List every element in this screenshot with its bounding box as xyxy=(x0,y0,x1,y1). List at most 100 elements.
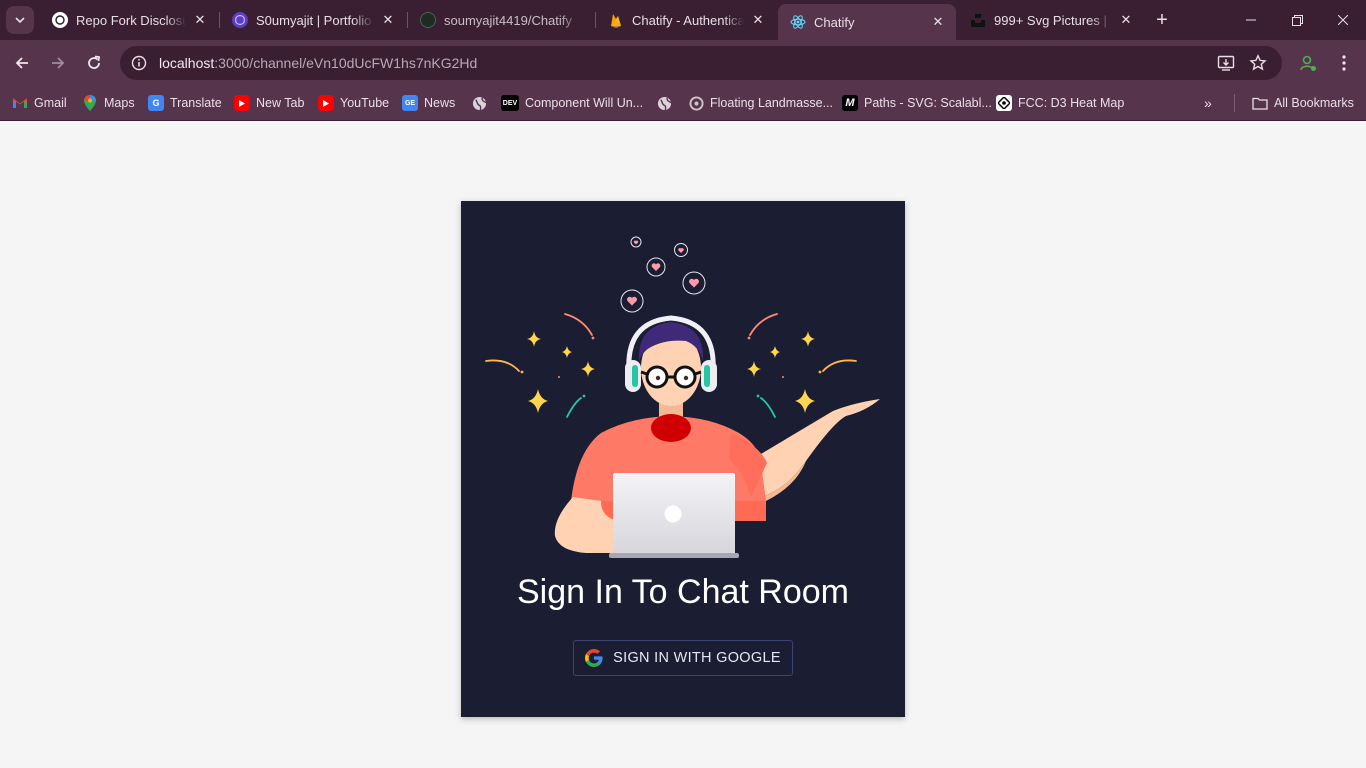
bookmark-label: Component Will Un... xyxy=(525,96,644,110)
raised-arm xyxy=(746,399,880,497)
tab-title: 999+ Svg Pictures | D xyxy=(994,12,1112,28)
bookmark-label: Translate xyxy=(170,96,222,110)
bookmark-label: New Tab xyxy=(256,96,305,110)
tab-firebase-auth[interactable]: Chatify - Authenticati ✕ xyxy=(596,4,776,36)
maps-icon xyxy=(82,95,98,111)
profile-icon xyxy=(1300,55,1316,71)
close-window-button[interactable] xyxy=(1320,0,1366,40)
bookmark-label: Paths - SVG: Scalabl... xyxy=(864,96,992,110)
bookmark-label: FCC: D3 Heat Map xyxy=(1018,96,1125,110)
bookmark-floating-landmasses[interactable]: Floating Landmasse... xyxy=(688,92,833,114)
youtube-icon xyxy=(234,95,250,111)
minimize-button[interactable] xyxy=(1228,0,1274,40)
browser-toolbar: localhost:3000/channel/eVn10dUcFW1hs7nKG… xyxy=(0,40,1366,86)
portfolio-icon xyxy=(232,12,248,28)
tab-title: Chatify - Authenticati xyxy=(632,12,744,28)
arrow-left-icon xyxy=(15,57,28,69)
openai-icon xyxy=(52,12,68,28)
bookmark-youtube[interactable]: YouTube xyxy=(318,92,389,114)
install-app-icon[interactable] xyxy=(1214,51,1238,75)
mdn-icon: M xyxy=(842,95,858,111)
chevron-double-right-icon: » xyxy=(1204,95,1212,111)
bookmark-label: YouTube xyxy=(340,96,390,110)
bookmark-fcc-heat-map[interactable]: FCC: D3 Heat Map xyxy=(996,92,1124,114)
site-info-icon[interactable] xyxy=(122,46,156,80)
bookmark-label: All Bookmarks xyxy=(1274,96,1354,110)
bookmark-star-icon[interactable] xyxy=(1246,51,1270,75)
menu-button[interactable] xyxy=(1330,49,1358,77)
circle-icon xyxy=(688,95,704,111)
unsplash-icon xyxy=(970,12,986,28)
collar xyxy=(651,414,691,442)
translate-icon: G xyxy=(148,95,164,111)
plus-icon: + xyxy=(1156,8,1168,31)
youtube-icon xyxy=(318,95,334,111)
profile-button[interactable] xyxy=(1294,49,1322,77)
bookmark-translate[interactable]: G Translate xyxy=(148,92,222,114)
bookmark-label: Maps xyxy=(104,96,135,110)
reload-button[interactable] xyxy=(80,49,108,77)
bookmark-new-tab[interactable]: New Tab xyxy=(234,92,304,114)
bookmark-globe-2[interactable] xyxy=(656,92,678,114)
close-icon xyxy=(1338,15,1348,25)
tab-title: soumyajit4419/Chatify xyxy=(444,12,572,28)
tab-title: S0umyajit | Portfolio xyxy=(256,12,372,28)
sign-in-with-google-button[interactable]: SIGN IN WITH GOOGLE xyxy=(573,640,793,676)
dev-icon: DEV xyxy=(501,95,519,111)
bookmark-gmail[interactable]: Gmail xyxy=(12,92,67,114)
url-host: localhost xyxy=(159,55,215,71)
page-title: Sign In To Chat Room xyxy=(517,573,849,611)
bookmark-news[interactable]: GE News xyxy=(402,92,455,114)
bookmark-component-will-unmount[interactable]: DEV Component Will Un... xyxy=(501,92,643,114)
bookmark-label: Gmail xyxy=(34,96,67,110)
close-icon[interactable]: ✕ xyxy=(192,12,208,28)
close-icon[interactable]: ✕ xyxy=(930,14,946,30)
restore-button[interactable] xyxy=(1274,0,1320,40)
chevron-down-icon xyxy=(15,17,25,24)
new-tab-button[interactable]: + xyxy=(1150,8,1174,32)
tab-title: Repo Fork Disclosure xyxy=(76,12,186,28)
globe-icon xyxy=(471,95,487,111)
bookmark-paths-svg[interactable]: M Paths - SVG: Scalabl... xyxy=(842,92,992,114)
close-icon[interactable]: ✕ xyxy=(1118,12,1134,28)
bookmark-label: News xyxy=(424,96,456,110)
tab-search-button[interactable] xyxy=(6,6,34,34)
tab-strip: Repo Fork Disclosure ✕ S0umyajit | Portf… xyxy=(0,0,1366,40)
tab-github-chatify[interactable]: soumyajit4419/Chatify xyxy=(408,4,594,36)
all-bookmarks-button[interactable]: All Bookmarks xyxy=(1252,92,1354,114)
bookmarks-bar: Gmail Maps G Translate New Tab YouTube G… xyxy=(0,86,1366,121)
arrow-right-icon xyxy=(52,57,65,69)
news-icon: GE xyxy=(402,95,418,111)
url-path: :3000/channel/eVn10dUcFW1hs7nKG2Hd xyxy=(214,55,478,71)
tab-title: Chatify xyxy=(814,14,855,30)
bookmark-maps[interactable]: Maps xyxy=(82,92,135,114)
tab-svg-pictures[interactable]: 999+ Svg Pictures | D ✕ xyxy=(958,4,1144,36)
close-icon[interactable]: ✕ xyxy=(380,12,396,28)
close-icon[interactable]: ✕ xyxy=(750,12,766,28)
github-icon xyxy=(420,12,436,28)
bookmark-label: Floating Landmasse... xyxy=(710,96,833,110)
chat-user-illustration xyxy=(485,236,880,558)
restore-icon xyxy=(1291,14,1303,26)
address-bar[interactable]: localhost:3000/channel/eVn10dUcFW1hs7nKG… xyxy=(120,46,1282,80)
url-text: localhost:3000/channel/eVn10dUcFW1hs7nKG… xyxy=(159,55,477,71)
bookmark-globe-1[interactable] xyxy=(471,92,493,114)
forward-button[interactable] xyxy=(44,49,72,77)
fcc-icon xyxy=(996,95,1012,111)
sign-in-card: Sign In To Chat Room SIGN IN WITH GOOGLE xyxy=(461,201,905,717)
gmail-icon xyxy=(12,95,28,111)
reload-icon xyxy=(88,55,101,69)
tab-chatify[interactable]: Chatify ✕ xyxy=(778,4,956,40)
more-vert-icon xyxy=(1342,55,1346,71)
google-icon xyxy=(585,649,603,667)
page-viewport: Sign In To Chat Room SIGN IN WITH GOOGLE xyxy=(0,121,1366,768)
minimize-icon xyxy=(1246,19,1256,21)
bookmarks-divider xyxy=(1234,94,1235,112)
tab-portfolio[interactable]: S0umyajit | Portfolio ✕ xyxy=(220,4,406,36)
firebase-icon xyxy=(608,12,624,28)
bookmarks-overflow-button[interactable]: » xyxy=(1204,92,1212,114)
folder-icon xyxy=(1252,95,1268,111)
back-button[interactable] xyxy=(8,49,36,77)
tab-repo-fork[interactable]: Repo Fork Disclosure ✕ xyxy=(40,4,218,36)
globe-icon xyxy=(656,95,672,111)
